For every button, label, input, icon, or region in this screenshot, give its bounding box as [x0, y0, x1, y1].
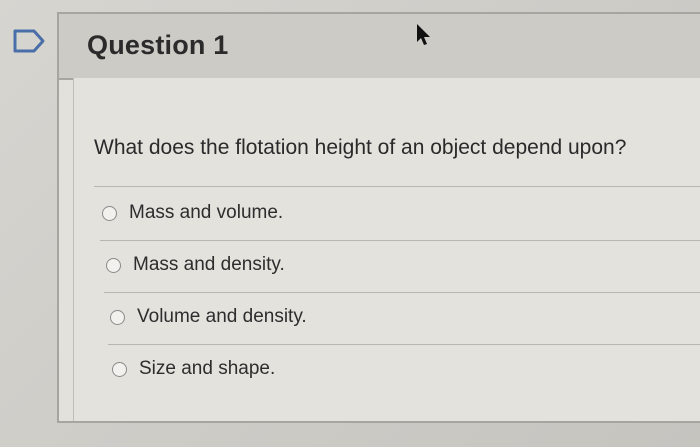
answer-option-4[interactable]: Size and shape.	[112, 354, 275, 384]
answer-option-1[interactable]: Mass and volume.	[102, 198, 283, 228]
question-prompt: What does the flotation height of an obj…	[94, 136, 627, 159]
answer-option-2[interactable]: Mass and density.	[106, 250, 285, 280]
divider	[100, 240, 700, 241]
radio-button[interactable]	[102, 205, 117, 221]
divider	[108, 344, 700, 345]
question-header: Question 1	[59, 14, 700, 80]
question-panel: Question 1 What does the flotation heigh…	[57, 12, 700, 423]
divider	[104, 292, 700, 293]
divider	[94, 186, 700, 187]
option-label: Volume and density.	[137, 306, 307, 327]
flag-question-icon[interactable]	[12, 28, 46, 54]
radio-button[interactable]	[110, 309, 125, 325]
question-body: What does the flotation height of an obj…	[73, 78, 700, 421]
option-label: Mass and volume.	[129, 202, 284, 223]
question-title: Question 1	[87, 30, 229, 60]
option-label: Size and shape.	[139, 358, 276, 379]
option-label: Mass and density.	[133, 254, 285, 275]
radio-button[interactable]	[112, 361, 127, 377]
radio-button[interactable]	[106, 257, 121, 273]
answer-option-3[interactable]: Volume and density.	[110, 302, 307, 332]
mouse-pointer-icon	[415, 22, 433, 46]
